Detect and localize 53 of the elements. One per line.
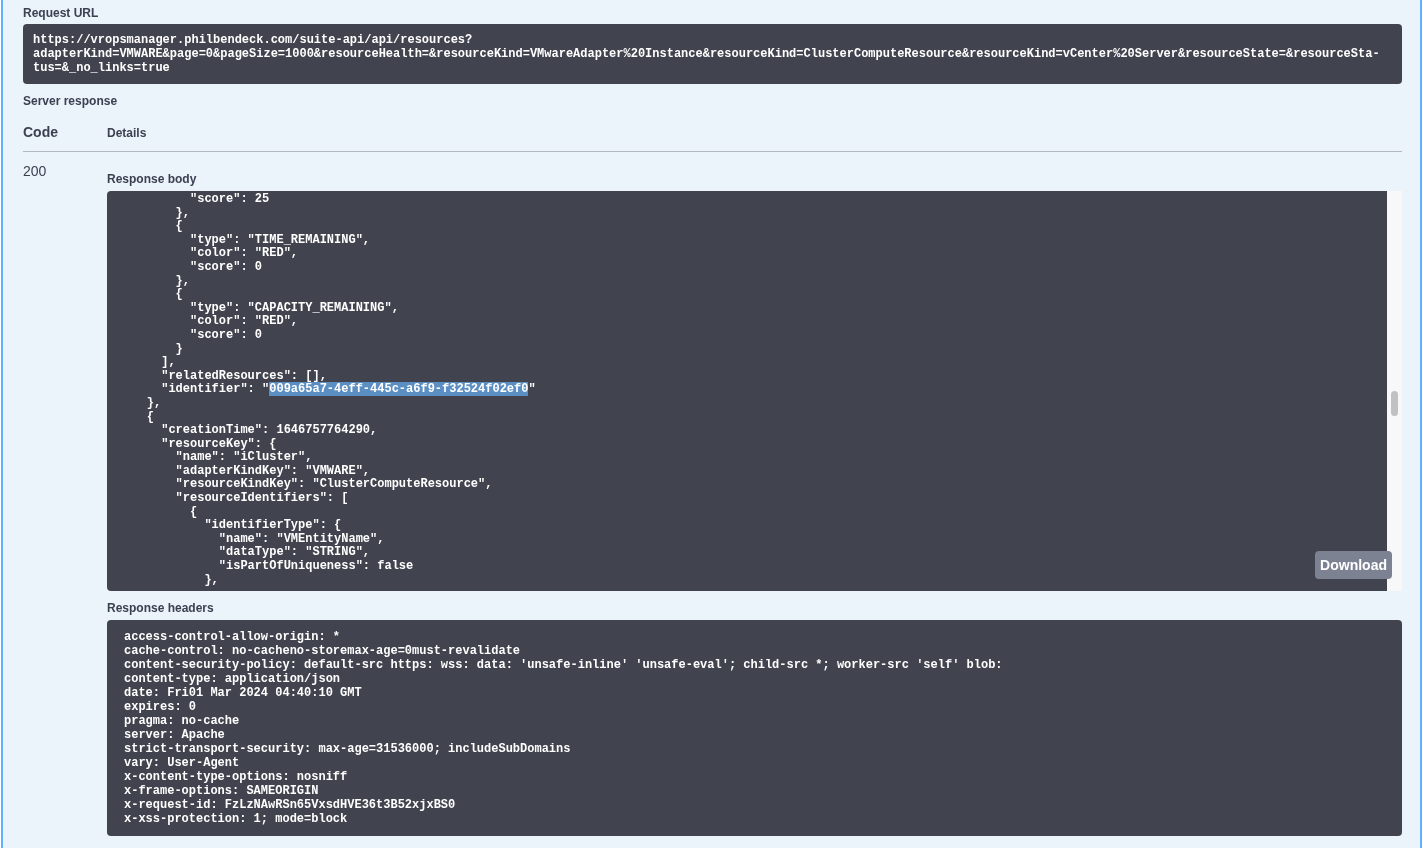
code-line: },: [174, 274, 190, 288]
code-line: ],: [160, 356, 176, 370]
column-header: Code: [23, 123, 59, 142]
code-line: "resourceKey": {: [160, 437, 277, 451]
code-line: {: [145, 410, 154, 425]
header-line: content-type: application/json: [124, 672, 341, 686]
code-line: "name": "iCluster",: [174, 451, 313, 465]
download-button[interactable]: Download: [1315, 551, 1392, 579]
scrollbar[interactable]: [1387, 191, 1402, 591]
code-line: {: [174, 220, 183, 234]
header-line: cache-control: no-cacheno-storemax-age=0must-revalidate: [124, 644, 521, 658]
section-label: Request URL: [23, 6, 100, 20]
code-line: },: [203, 573, 219, 588]
section-label: Response body: [107, 172, 198, 186]
code-line: "name": "VMEntityName",: [217, 532, 385, 546]
code-line: {: [189, 505, 198, 520]
code-line: },: [174, 206, 190, 220]
code-line: "score": 0: [189, 328, 263, 343]
column-header: Details: [107, 124, 147, 142]
header-line: x-frame-options: SAMEORIGIN: [124, 784, 319, 798]
header-line: content-security-policy: default-src https: wss: data: 'unsafe-inline' 'unsafe-eval'; child-src *; worker-src 'self' blob:: [124, 658, 1003, 672]
code-line: "identifierType": {: [203, 519, 342, 533]
code-line: "dataType": "STRING",: [217, 546, 371, 560]
header-line: x-xss-protection: 1; mode=block: [124, 812, 348, 826]
code-line: }: [174, 342, 183, 357]
code-line: },: [145, 396, 162, 411]
header-line: date: Fri01 Mar 2024 04:40:10 GMT: [124, 686, 362, 700]
header-line: expires: 0: [124, 700, 196, 714]
header-line: strict-transport-security: max-age=31536000; includeSubDomains: [124, 742, 571, 756]
code-line: "resourceKindKey": "ClusterComputeResource",: [174, 478, 493, 492]
code-line: "color": "RED",: [189, 247, 299, 261]
request-url: https://vropsmanager.philbendeck.com/suite-api/api/resources? adapterKind=VMWARE&page=0&pageSize=1000&resourceHealth=&resourceKind=VMwareAdapter%20Instance&resourceKind=ClusterComputeResource&resourceKind=vCenter%20Server&resourceState=&resourceSta- tus=&_no_links=true: [23, 24, 1402, 84]
code-line: "isPartOfUniqueness": false: [217, 560, 414, 574]
code-line: "color": "RED",: [189, 315, 299, 329]
code-line: "identifier": "009a65a7-4eff-445c-a6f9-f32524f02ef0": [160, 383, 536, 397]
code-line: {: [174, 288, 183, 302]
section-label: Response headers: [107, 601, 215, 615]
code-line: "adapterKindKey": "VMWARE",: [174, 464, 371, 478]
code-line: "score": 25: [189, 193, 270, 207]
code-line: "type": "TIME_REMAINING",: [189, 233, 371, 247]
code-line: "creationTime": 1646757764290,: [160, 424, 378, 438]
code-line: "score": 0: [189, 260, 263, 275]
response-code: 200: [23, 162, 48, 181]
header-line: access-control-allow-origin: *: [124, 630, 341, 644]
header-line: x-request-id: FzLzNAwRSn65VxsdHVE36t3B52xjxBS0: [124, 798, 456, 812]
header-line: x-content-type-options: nosniff: [124, 770, 348, 784]
header-line: vary: User-Agent: [124, 756, 240, 770]
header-line: pragma: no-cache: [124, 714, 240, 728]
code-line: "relatedResources": [],: [160, 369, 327, 383]
header-line: server: Apache: [124, 728, 225, 742]
section-label: Server response: [23, 94, 119, 108]
code-line: "resourceIdentifiers": [: [174, 492, 349, 506]
code-line: "type": "CAPACITY_REMAINING",: [189, 301, 399, 315]
